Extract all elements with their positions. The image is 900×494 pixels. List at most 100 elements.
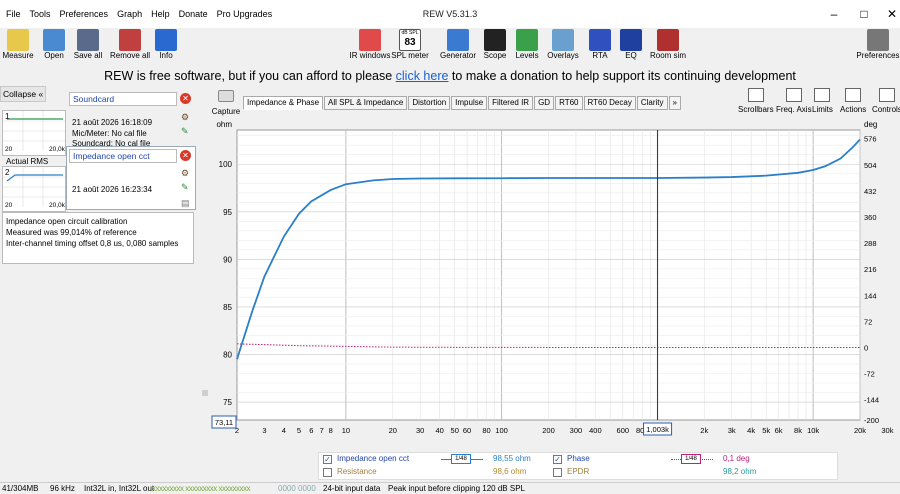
y-tick-right: -200 xyxy=(864,416,879,425)
collapse-label: Collapse xyxy=(3,89,37,99)
x-tick: 8 xyxy=(329,426,333,435)
y-tick-right: -72 xyxy=(864,370,875,379)
banner-text-after: to make a donation to help support its c… xyxy=(448,69,796,83)
maximize-icon[interactable]: □ xyxy=(856,6,872,22)
y-tick-right: 504 xyxy=(864,161,877,170)
tab-all-spl-impedance[interactable]: All SPL & Impedance xyxy=(324,96,408,110)
measurement-1-number: 1 xyxy=(5,112,10,121)
x-tick: 6 xyxy=(309,426,313,435)
y-tick-right: 216 xyxy=(864,265,877,274)
cursor-y-label: 73,11 xyxy=(215,418,233,427)
y-tick-right: 0 xyxy=(864,344,868,353)
toolbar-label: Preferences xyxy=(856,51,900,60)
toolbar-label: Info xyxy=(159,51,173,60)
x-tick: 3 xyxy=(262,426,266,435)
measurement-2-adjust-icon[interactable]: ⚙ xyxy=(181,168,189,179)
freq-axis-button[interactable]: Freq. Axis xyxy=(776,88,812,114)
x-tick: 10 xyxy=(342,426,350,435)
status-input: 24-bit input data xyxy=(323,484,381,493)
delete-measurement-1-icon[interactable]: ✕ xyxy=(180,93,191,104)
y-tick-left: 75 xyxy=(223,398,232,407)
title-bar: File Tools Preferences Graph Help Donate Pro U… xyxy=(0,0,900,28)
controls-button[interactable]: Controls xyxy=(872,88,900,114)
ir-windows-icon xyxy=(359,29,381,51)
status-bar: 41/304MB 96 kHz Int32L in, Int32L out xx… xyxy=(0,482,900,494)
legend-value: 98,6 ohm xyxy=(493,467,527,476)
scope-icon xyxy=(484,29,506,51)
toolbar-label: Save all xyxy=(73,51,103,60)
eq-icon xyxy=(620,29,642,51)
measurement-1-edit-icon[interactable]: ✎ xyxy=(181,126,189,137)
measurement-2-notes-icon[interactable]: ▤ xyxy=(181,198,190,209)
actions-button[interactable]: Actions xyxy=(840,88,866,114)
legend-name: Resistance xyxy=(337,467,377,476)
measurement-2-edit-icon[interactable]: ✎ xyxy=(181,182,189,193)
legend-checkbox[interactable]: ✓ xyxy=(553,455,562,464)
tab-impedance-phase[interactable]: Impedance & Phase xyxy=(243,96,324,110)
x-tick: 40 xyxy=(435,426,443,435)
x-tick: 300 xyxy=(570,426,583,435)
measurement-1-name[interactable]: Soundcard xyxy=(69,92,177,106)
save-all-button[interactable]: Save all xyxy=(66,28,110,61)
donate-link[interactable]: click here xyxy=(396,69,449,83)
measurement-notes[interactable]: Impedance open circuit calibration Measu… xyxy=(2,212,194,264)
y-tick-left: 80 xyxy=(223,350,232,359)
tab-clarity[interactable]: Clarity xyxy=(636,96,668,110)
note-line-1: Impedance open circuit calibration xyxy=(6,217,128,226)
overlays-icon xyxy=(552,29,574,51)
banner-text-before: REW is free software, but if you can aff… xyxy=(104,69,396,83)
info-button[interactable]: Info xyxy=(144,28,188,61)
mini-tick-end: 20,0k xyxy=(49,202,65,209)
limits-button[interactable]: Limits xyxy=(812,88,833,114)
legend-smoothing-chip[interactable]: 1/48 xyxy=(681,454,701,464)
y-unit-left: ohm xyxy=(216,120,232,129)
x-tick: 400 xyxy=(589,426,602,435)
legend-smoothing-chip[interactable]: 1/48 xyxy=(451,454,471,464)
tool-label: Freq. Axis xyxy=(776,105,812,114)
y-tick-right: 432 xyxy=(864,187,877,196)
close-icon[interactable]: ✕ xyxy=(884,6,900,22)
legend-checkbox[interactable]: ✓ xyxy=(323,455,332,464)
tab-rt60-decay[interactable]: RT60 Decay xyxy=(583,96,636,110)
tab-rt60[interactable]: RT60 xyxy=(555,96,583,110)
legend-checkbox[interactable] xyxy=(323,468,332,477)
collapse-button[interactable]: Collapse « xyxy=(0,86,46,102)
levels-icon xyxy=(516,29,538,51)
spl-meter-button[interactable]: dB SPL 83 SPL meter xyxy=(388,28,432,61)
tab-gd[interactable]: GD xyxy=(534,96,555,110)
measurement-2-name[interactable]: Impedance open cct xyxy=(69,149,177,163)
mini-tick-end: 20,0k xyxy=(49,146,65,153)
capture-button[interactable]: Capture xyxy=(210,88,242,120)
tab-filtered-ir[interactable]: Filtered IR xyxy=(488,96,534,110)
x-tick: 7 xyxy=(320,426,324,435)
impedance-phase-graph[interactable]: 1009590858075576504432360288216144720-72… xyxy=(210,118,900,440)
tab-distortion[interactable]: Distortion xyxy=(408,96,451,110)
delete-measurement-2-icon[interactable]: ✕ xyxy=(180,150,191,161)
x-tick: 4 xyxy=(282,426,286,435)
tool-label: Scrollbars xyxy=(738,105,774,114)
legend-name: Phase xyxy=(567,454,590,463)
legend-value: 0,1 deg xyxy=(723,454,750,463)
preferences-button[interactable]: Preferences xyxy=(856,28,900,61)
ir-windows-button[interactable]: IR windows xyxy=(348,28,392,61)
minimize-icon[interactable]: – xyxy=(826,6,842,22)
status-peak: Peak input before clipping 120 dB SPL xyxy=(388,484,525,493)
x-tick: 5 xyxy=(297,426,301,435)
measure-icon xyxy=(7,29,29,51)
panel-scroll-handle[interactable] xyxy=(202,390,208,396)
scrollbars-icon xyxy=(747,88,764,102)
x-tick: 30 xyxy=(416,426,424,435)
toolbar-label: SPL meter xyxy=(391,51,429,60)
folder-icon xyxy=(43,29,65,51)
x-tick: 100 xyxy=(495,426,508,435)
scrollbars-button[interactable]: Scrollbars xyxy=(738,88,774,114)
measurement-1-thumbnail[interactable]: 1 20 20,0k xyxy=(2,110,66,156)
room-sim-button[interactable]: Room sim xyxy=(646,28,690,61)
legend-name: EPDR xyxy=(567,467,590,476)
measurement-1-adjust-icon[interactable]: ⚙ xyxy=(181,112,189,123)
measurement-2-thumbnail[interactable]: 2 20 20,0k xyxy=(2,166,66,212)
legend-checkbox[interactable] xyxy=(553,468,562,477)
tab-impulse[interactable]: Impulse xyxy=(451,96,488,110)
spl-meter-icon: dB SPL 83 xyxy=(399,29,421,51)
tab-more[interactable]: » xyxy=(668,96,681,110)
